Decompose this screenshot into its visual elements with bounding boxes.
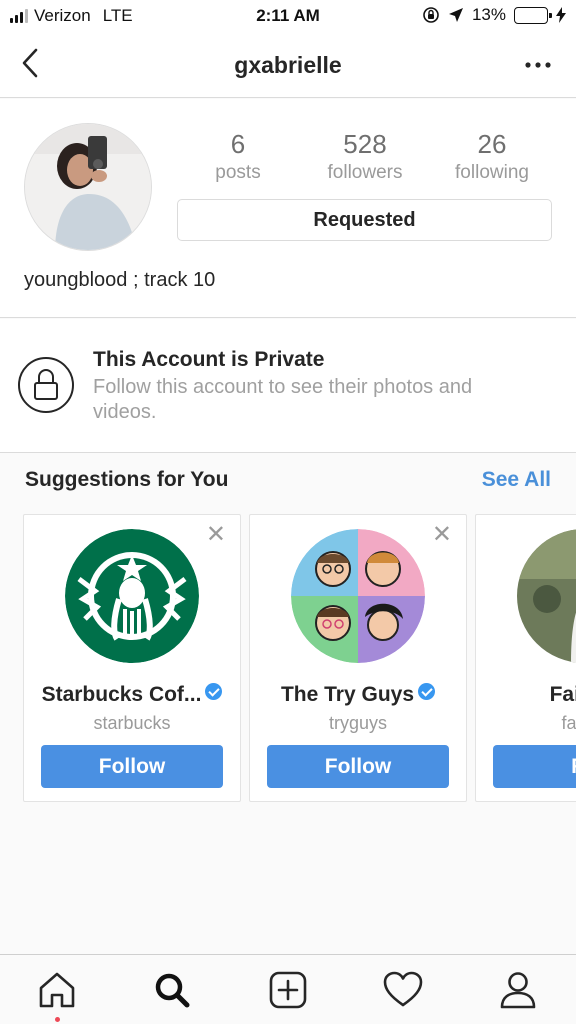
suggestion-card: Fairbai fairba Fo bbox=[475, 514, 576, 802]
following-stat[interactable]: 26 following bbox=[432, 129, 552, 184]
suggestions-carousel[interactable]: ✕ Starbucks Cof... starbucks Follow ✕ Th… bbox=[0, 514, 576, 804]
verified-badge-icon bbox=[418, 683, 436, 700]
following-label: following bbox=[455, 162, 529, 183]
follow-button[interactable]: Follow bbox=[267, 745, 449, 788]
tab-search[interactable] bbox=[151, 969, 193, 1011]
see-all-link[interactable]: See All bbox=[482, 468, 551, 492]
suggestion-handle: tryguys bbox=[328, 713, 388, 733]
dismiss-icon[interactable]: ✕ bbox=[432, 523, 452, 547]
orientation-lock-icon bbox=[423, 7, 439, 23]
bottom-tab-bar bbox=[0, 954, 576, 1024]
profile-header: gxabrielle bbox=[0, 34, 576, 98]
followers-label: followers bbox=[327, 162, 403, 183]
suggestion-name-row: Fairbai bbox=[476, 683, 576, 707]
battery-percent: 13% bbox=[471, 5, 506, 24]
status-right: 13% bbox=[422, 5, 566, 25]
suggestions-title: Suggestions for You bbox=[25, 468, 229, 491]
posts-label: posts bbox=[215, 162, 261, 183]
suggestion-avatar[interactable] bbox=[291, 529, 425, 663]
suggestion-name: Starbucks Cof... bbox=[41, 683, 202, 706]
posts-stat: 6 posts bbox=[178, 129, 298, 184]
tryguys-logo-icon bbox=[291, 529, 425, 663]
private-title: This Account is Private bbox=[93, 348, 325, 371]
profile-icon bbox=[500, 972, 536, 1009]
home-icon bbox=[39, 972, 75, 1008]
location-arrow-icon bbox=[448, 8, 463, 22]
suggestion-handle: starbucks bbox=[93, 713, 171, 733]
suggestion-name: Fairbai bbox=[549, 683, 576, 706]
private-subtitle: Follow this account to see their photos … bbox=[93, 376, 473, 423]
suggestion-avatar[interactable] bbox=[517, 529, 576, 663]
following-count: 26 bbox=[477, 129, 507, 159]
dismiss-icon[interactable]: ✕ bbox=[206, 523, 226, 547]
suggestion-avatar[interactable] bbox=[65, 529, 199, 663]
suggestion-name: The Try Guys bbox=[280, 683, 415, 706]
profile-stats: 6 posts 528 followers 26 following bbox=[178, 129, 552, 184]
private-account-notice: This Account is Private Follow this acco… bbox=[0, 319, 576, 453]
suggestion-handle: fairba bbox=[561, 713, 576, 733]
cellular-signal-icon bbox=[10, 9, 28, 23]
requested-button[interactable]: Requested bbox=[177, 199, 552, 241]
activity-heart-icon bbox=[383, 971, 423, 1007]
tab-home[interactable] bbox=[36, 969, 78, 1022]
followers-count: 528 bbox=[343, 129, 387, 159]
avatar[interactable] bbox=[24, 123, 152, 251]
followers-stat[interactable]: 528 followers bbox=[305, 129, 425, 184]
charging-bolt-icon bbox=[556, 7, 566, 23]
follow-button[interactable]: Follow bbox=[41, 745, 223, 788]
more-options-button[interactable] bbox=[524, 48, 552, 78]
suggestion-photo bbox=[517, 529, 576, 663]
posts-count: 6 bbox=[230, 129, 246, 159]
back-button[interactable] bbox=[14, 46, 50, 82]
status-left: Verizon LTE bbox=[10, 6, 133, 26]
suggestion-name-row: The Try Guys bbox=[250, 683, 466, 707]
profile-section: 6 posts 528 followers 26 following Reque… bbox=[0, 99, 576, 318]
lock-glyph bbox=[34, 369, 58, 400]
chevron-left-icon bbox=[22, 48, 38, 78]
profile-photo bbox=[25, 124, 151, 250]
suggestion-card: ✕ Starbucks Cof... starbucks Follow bbox=[23, 514, 241, 802]
profile-bio: youngblood ; track 10 bbox=[24, 269, 216, 291]
carrier-name: Verizon bbox=[34, 6, 91, 25]
notification-dot bbox=[55, 1017, 60, 1022]
tab-new-post[interactable] bbox=[267, 969, 309, 1011]
suggestion-name-row: Starbucks Cof... bbox=[24, 683, 240, 707]
suggestion-card: ✕ The Try Guys tryguys Follow bbox=[249, 514, 467, 802]
battery-icon bbox=[514, 6, 552, 24]
more-horizontal-icon bbox=[525, 62, 551, 68]
tab-profile[interactable] bbox=[497, 969, 539, 1011]
profile-username: gxabrielle bbox=[234, 52, 342, 78]
network-type: LTE bbox=[102, 6, 133, 25]
lock-icon bbox=[18, 357, 74, 413]
status-bar: Verizon LTE 2:11 AM 13% bbox=[0, 0, 576, 34]
verified-badge-icon bbox=[205, 683, 223, 700]
follow-button[interactable]: Fo bbox=[493, 745, 576, 788]
search-icon bbox=[155, 973, 190, 1008]
starbucks-logo-icon bbox=[65, 529, 199, 663]
new-post-icon bbox=[269, 971, 307, 1009]
tab-activity[interactable] bbox=[382, 969, 424, 1011]
